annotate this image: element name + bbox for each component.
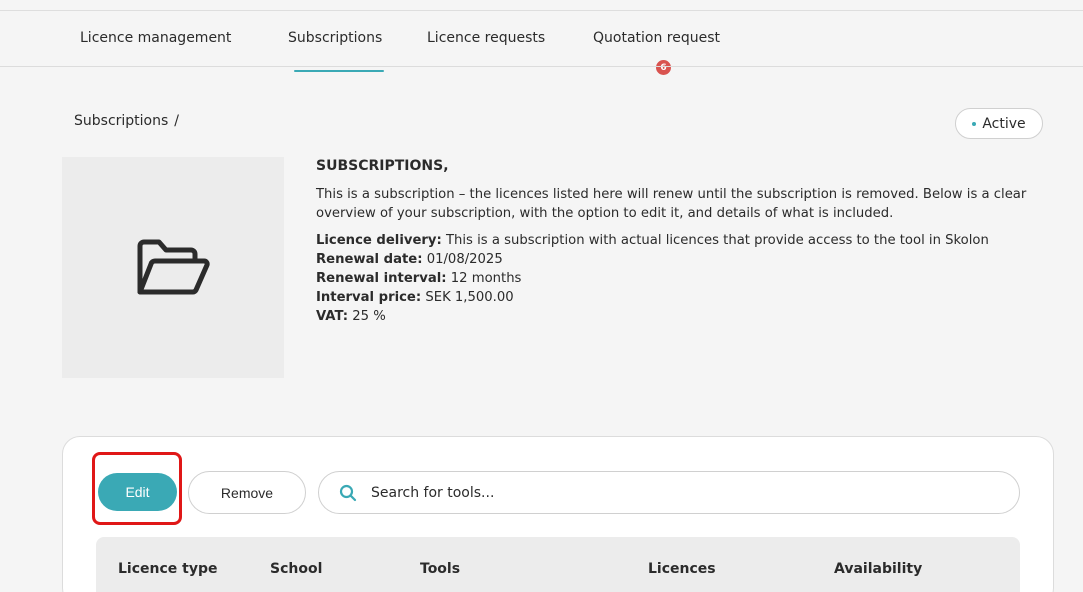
subscription-thumbnail xyxy=(62,157,284,378)
details-heading: SUBSCRIPTIONS, xyxy=(316,158,449,174)
column-header-licences[interactable]: Licences xyxy=(648,561,716,577)
status-label: Active xyxy=(982,115,1026,132)
column-header-licence-type[interactable]: Licence type xyxy=(118,561,217,577)
table-header: Licence type School Tools Licences Avail… xyxy=(96,537,1020,592)
renewal-date-row: Renewal date: 01/08/2025 xyxy=(316,250,1036,269)
renewal-date-value: 01/08/2025 xyxy=(426,252,503,267)
status-badge: Active xyxy=(955,108,1043,139)
tab-quotation-request[interactable]: Quotation request xyxy=(593,30,720,46)
breadcrumb-item-subscriptions[interactable]: Subscriptions xyxy=(74,113,168,129)
renewal-interval-label: Renewal interval: xyxy=(316,271,447,286)
edit-button[interactable]: Edit xyxy=(98,473,177,511)
interval-price-row: Interval price: SEK 1,500.00 xyxy=(316,288,1036,307)
vat-label: VAT: xyxy=(316,309,349,324)
breadcrumb: Subscriptions / xyxy=(74,113,179,129)
breadcrumb-separator: / xyxy=(174,113,179,129)
vat-row: VAT: 25 % xyxy=(316,307,1036,326)
search-input[interactable] xyxy=(371,484,971,501)
tab-licence-management[interactable]: Licence management xyxy=(80,30,231,46)
folder-open-icon xyxy=(137,239,210,295)
subscription-details: SUBSCRIPTIONS, This is a subscription – … xyxy=(316,157,1036,326)
renewal-interval-row: Renewal interval: 12 months xyxy=(316,269,1036,288)
vat-value: 25 % xyxy=(352,309,386,324)
licence-delivery-row: Licence delivery: This is a subscription… xyxy=(316,231,1036,250)
tab-licence-requests[interactable]: Licence requests xyxy=(427,30,545,46)
column-header-tools[interactable]: Tools xyxy=(420,561,460,577)
top-divider xyxy=(0,10,1083,11)
interval-price-label: Interval price: xyxy=(316,290,422,305)
quotation-count-badge: 6 xyxy=(656,60,671,75)
search-icon xyxy=(339,484,357,501)
interval-price-value: SEK 1,500.00 xyxy=(425,290,514,305)
column-header-availability[interactable]: Availability xyxy=(834,561,922,577)
status-dot xyxy=(972,121,977,126)
column-header-school[interactable]: School xyxy=(270,561,322,577)
details-description: This is a subscription – the licences li… xyxy=(316,187,1027,221)
licence-delivery-label: Licence delivery: xyxy=(316,233,442,248)
tab-subscriptions[interactable]: Subscriptions xyxy=(288,30,385,72)
licence-delivery-value: This is a subscription with actual licen… xyxy=(445,233,989,248)
renewal-interval-value: 12 months xyxy=(450,271,522,286)
tabs-divider xyxy=(0,66,1083,67)
remove-button[interactable]: Remove xyxy=(188,471,306,514)
tool-search[interactable] xyxy=(318,471,1020,514)
renewal-date-label: Renewal date: xyxy=(316,252,423,267)
